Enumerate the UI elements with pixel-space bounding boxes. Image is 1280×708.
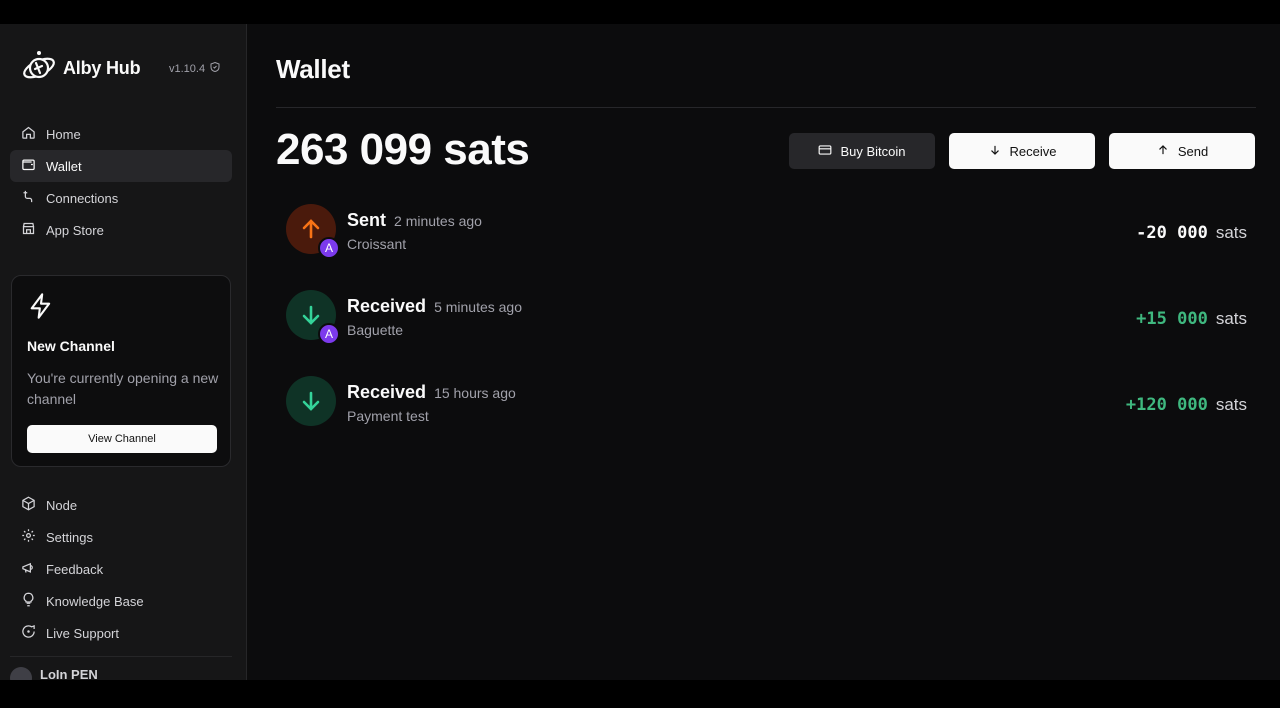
version-label: v1.10.4 [169,61,221,76]
transaction-amount: +15 000 sats [1136,309,1247,329]
transaction-time: 15 hours ago [434,385,516,401]
wallet-balance: 263 099 sats [276,125,530,174]
nav-item-node[interactable]: Node [10,489,232,521]
box-icon [21,496,36,514]
amount-value: +15 000 [1136,309,1208,329]
transaction-amount: +120 000 sats [1126,395,1247,415]
amount-value: -20 000 [1136,223,1208,243]
send-button[interactable]: Send [1109,133,1255,169]
store-icon [21,221,36,239]
nav-item-live-support[interactable]: Live Support [10,617,232,649]
nav-label-node: Node [46,497,78,513]
app-badge: A [318,323,340,345]
new-channel-card: New Channel You're currently opening a n… [11,275,231,467]
avatar [10,667,32,680]
channel-card-title: New Channel [27,338,115,354]
nav-label-feedback: Feedback [46,561,104,577]
receive-label: Receive [1009,143,1057,159]
buy-bitcoin-button[interactable]: Buy Bitcoin [789,133,935,169]
arrow-down-icon [988,143,1002,160]
credit-card-icon [818,143,832,160]
amount-unit: sats [1215,223,1247,242]
channel-card-description: You're currently opening a new channel [27,370,219,407]
zap-icon [27,292,55,325]
transaction-type: Sent [347,210,387,230]
nav-label-wallet: Wallet [46,158,82,174]
page-title: Wallet [276,54,350,84]
send-label: Send [1177,143,1209,159]
wallet-actions: Buy Bitcoin Receive Send [789,133,1255,169]
nav-item-app-store[interactable]: App Store [10,214,232,246]
shield-check-icon [209,61,221,76]
alby-logo-icon [21,50,57,86]
transaction-amount: -20 000 sats [1136,223,1247,243]
amount-unit: sats [1215,395,1247,414]
transaction-header: Received 5 minutes ago [347,296,522,317]
buy-bitcoin-label: Buy Bitcoin [840,143,906,159]
user-name: LoIn PEN [40,667,98,680]
nav-label-home: Home [46,126,81,142]
transaction-time: 2 minutes ago [394,213,482,229]
transaction-description: Croissant [347,236,407,252]
version-text: v1.10.4 [169,62,206,75]
receive-button[interactable]: Receive [949,133,1095,169]
transaction-row[interactable]: A Sent 2 minutes ago Croissant -20 000 s… [284,202,1247,288]
home-icon [21,125,36,143]
nav-item-settings[interactable]: Settings [10,521,232,553]
transaction-row[interactable]: A Received 5 minutes ago Baguette +15 00… [284,288,1247,374]
sidebar: Alby Hub v1.10.4 Home Wallet Connections [0,24,247,680]
main-content: Wallet 263 099 sats Buy Bitcoin Receive … [248,24,1280,680]
nav-label-app-store: App Store [46,222,104,238]
chat-icon [21,624,36,642]
transaction-time: 5 minutes ago [434,299,523,315]
transaction-description: Payment test [347,408,429,424]
brand[interactable]: Alby Hub [21,50,141,86]
nav-label-settings: Settings [46,529,93,545]
app-name: Alby Hub [63,57,141,78]
connections-icon [21,189,36,207]
transaction-type: Received [347,382,427,402]
nav-item-home[interactable]: Home [10,118,232,150]
user-menu[interactable]: LoIn PEN [10,656,232,680]
nav-item-knowledge-base[interactable]: Knowledge Base [10,585,232,617]
lightbulb-icon [21,592,36,610]
amount-value: +120 000 [1125,395,1208,415]
received-arrow-icon [286,376,336,426]
nav-label-connections: Connections [46,190,119,206]
nav-label-knowledge-base: Knowledge Base [46,593,144,609]
app-badge: A [318,237,340,259]
gear-icon [21,528,36,546]
primary-nav: Home Wallet Connections App Store [10,118,232,246]
nav-item-feedback[interactable]: Feedback [10,553,232,585]
secondary-nav: Node Settings Feedback Knowledge Base Li… [10,489,232,649]
view-channel-button[interactable]: View Channel [27,425,217,453]
transaction-type: Received [347,296,427,316]
nav-item-wallet[interactable]: Wallet [10,150,232,182]
nav-label-live-support: Live Support [46,625,119,641]
app-window: Alby Hub v1.10.4 Home Wallet Connections [0,24,1280,680]
transaction-header: Received 15 hours ago [347,382,516,403]
transaction-header: Sent 2 minutes ago [347,210,482,231]
transaction-description: Baguette [347,322,404,338]
nav-item-connections[interactable]: Connections [10,182,232,214]
transaction-list: A Sent 2 minutes ago Croissant -20 000 s… [284,202,1247,460]
arrow-up-icon [1156,143,1170,160]
header-divider [276,107,1256,108]
transaction-row[interactable]: Received 15 hours ago Payment test +120 … [284,374,1247,460]
amount-unit: sats [1215,309,1247,328]
megaphone-icon [21,560,36,578]
wallet-icon [21,157,36,175]
